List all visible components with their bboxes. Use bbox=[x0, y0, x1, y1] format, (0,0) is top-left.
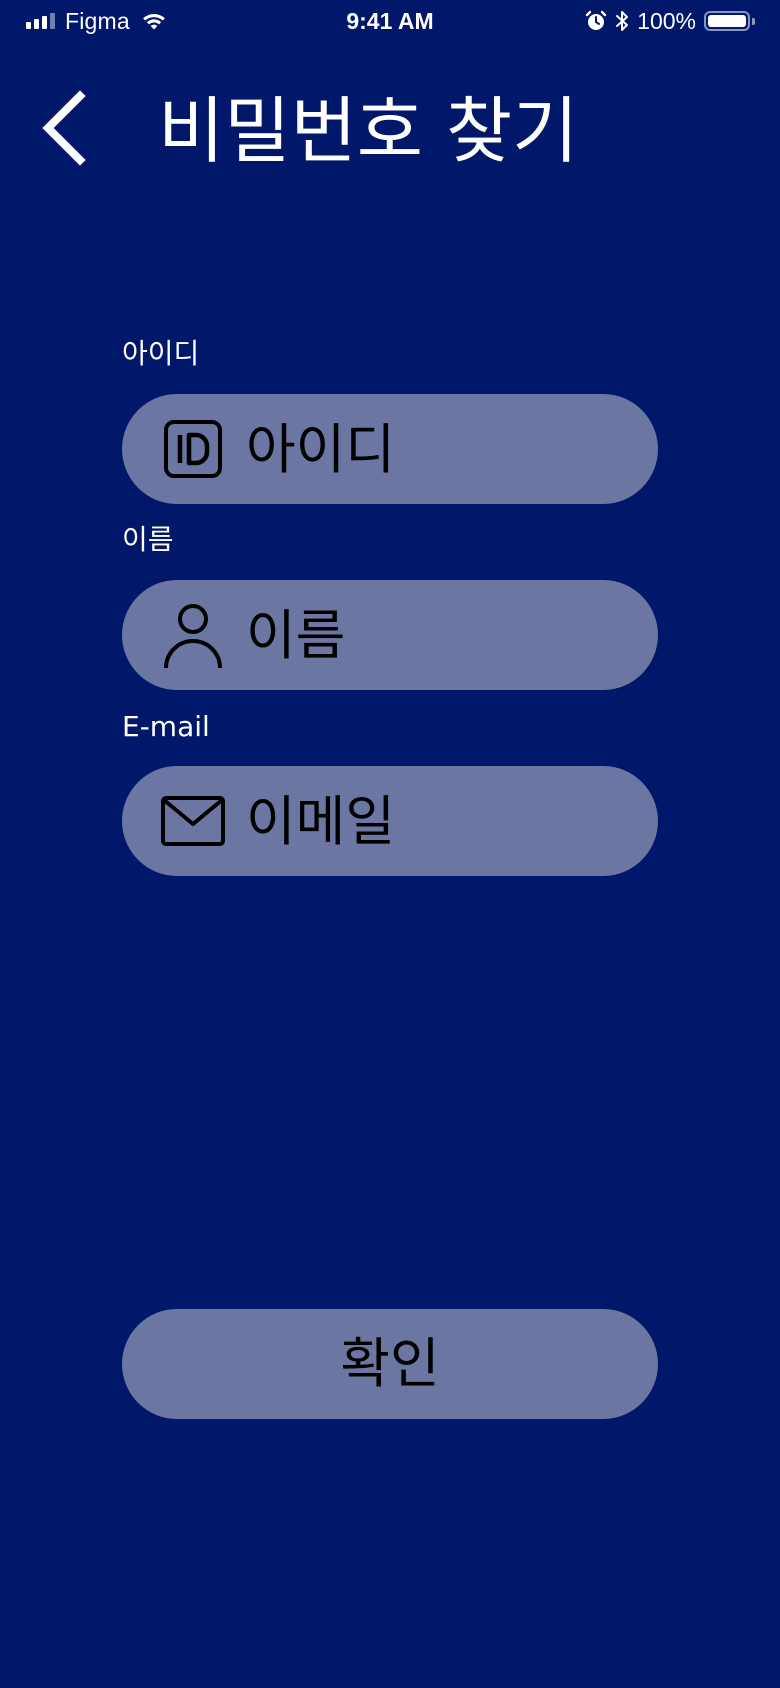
chevron-left-icon bbox=[42, 90, 86, 166]
email-field[interactable] bbox=[122, 766, 658, 876]
email-input[interactable] bbox=[246, 781, 626, 861]
id-input[interactable] bbox=[246, 409, 626, 489]
id-field[interactable] bbox=[122, 394, 658, 504]
email-field-label: E-mail bbox=[122, 710, 210, 743]
id-card-icon bbox=[160, 416, 226, 482]
mail-icon bbox=[160, 788, 226, 854]
name-field-label: 이름 bbox=[122, 523, 174, 556]
battery-icon bbox=[704, 11, 755, 31]
id-field-label: 아이디 bbox=[122, 337, 200, 370]
person-icon bbox=[160, 602, 226, 669]
confirm-button[interactable]: 확인 bbox=[122, 1309, 658, 1419]
alarm-icon bbox=[585, 10, 607, 30]
name-input[interactable] bbox=[246, 595, 626, 675]
battery-percent: 100% bbox=[637, 7, 696, 34]
name-field[interactable] bbox=[122, 580, 658, 690]
battery-fill bbox=[708, 15, 746, 27]
page-title: 비밀번호 찾기 bbox=[158, 89, 579, 173]
status-right: 100% bbox=[585, 6, 755, 36]
back-button[interactable] bbox=[38, 88, 92, 168]
status-bar: Figma 9:41 AM 100% bbox=[0, 0, 780, 44]
bluetooth-icon bbox=[616, 11, 629, 31]
